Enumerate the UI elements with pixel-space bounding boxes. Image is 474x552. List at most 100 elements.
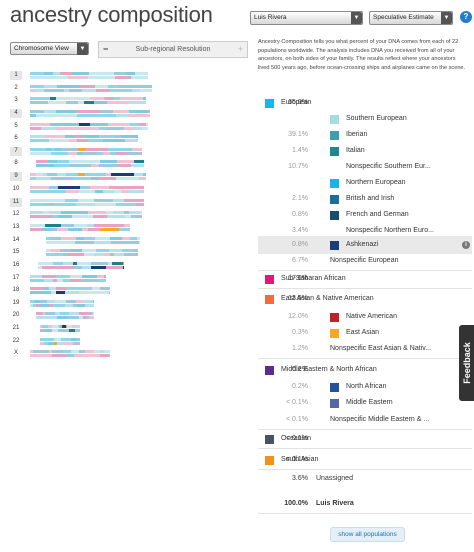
ancestry-segment: [50, 123, 63, 126]
ancestry-segment: [95, 190, 103, 193]
chromosome-bar[interactable]: [30, 84, 152, 93]
ancestry-segment: [68, 76, 88, 79]
ancestry-segment: [99, 135, 114, 138]
chromosome-bar[interactable]: [30, 122, 148, 131]
ancestry-segment: [148, 110, 150, 113]
chromosome-strand: [30, 186, 144, 189]
chromosome-label: 8: [14, 160, 18, 166]
chromosome-bar[interactable]: [30, 134, 138, 143]
ancestry-segment: [92, 114, 116, 117]
ancestry-segment: [61, 148, 78, 151]
ancestry-segment: [141, 190, 144, 193]
ancestry-segment: [127, 190, 142, 193]
ancestry-segment: [67, 253, 84, 256]
show-all-populations-button[interactable]: show all populations: [330, 527, 405, 542]
chromosome-bar[interactable]: [46, 248, 138, 257]
chromosome-bar[interactable]: [30, 147, 142, 156]
chromosome-bar[interactable]: [38, 261, 124, 270]
chromosome-strand: [30, 72, 148, 75]
ancestry-segment: [49, 139, 69, 142]
chromosome-view-select[interactable]: Chromosome View ▼: [10, 42, 89, 55]
chromosome-strand: [30, 215, 142, 218]
chromosome-bar[interactable]: [30, 223, 130, 232]
population-label: Nonspecific East Asian & Nativ...: [330, 345, 432, 352]
chromosome-bar[interactable]: [30, 185, 144, 194]
chromosome-strand: [40, 342, 80, 345]
ancestry-segment: [48, 101, 67, 104]
population-row[interactable]: 0.2% Middle Eastern & North African: [258, 361, 472, 379]
ancestry-segment: [124, 139, 138, 142]
ancestry-segment: [58, 266, 75, 269]
ancestry-segment: [78, 199, 95, 202]
estimate-select[interactable]: Speculative Estimate ▼: [369, 11, 453, 25]
chromosome-strand: [36, 312, 94, 315]
chromosome-bar[interactable]: [30, 210, 142, 219]
ancestry-segment: [116, 152, 129, 155]
ancestry-segment: [30, 127, 42, 130]
help-icon[interactable]: ?: [460, 11, 472, 23]
chromosome-strand: [36, 164, 144, 167]
chromosome-bar[interactable]: [30, 286, 110, 295]
population-row[interactable]: < 0.1% South Asian: [258, 451, 472, 470]
estimate-select-value: Speculative Estimate: [373, 14, 434, 21]
chromosome-strand: [30, 97, 146, 100]
ancestry-segment: [68, 89, 83, 92]
ancestry-segment: [43, 85, 57, 88]
chromosome-strand: [30, 228, 130, 231]
chromosome-bar[interactable]: [30, 299, 94, 308]
population-row[interactable]: 13.5% East Asian & Native American: [258, 290, 472, 308]
population-row[interactable]: 3.6% Unassigned: [258, 470, 472, 488]
chromosome-bar[interactable]: [30, 198, 144, 207]
ancestry-segment: [77, 262, 92, 265]
population-percent: < 0.1%: [286, 416, 308, 423]
ancestry-segment: [126, 186, 142, 189]
population-row[interactable]: 100.0% Luis Rivera: [258, 495, 472, 514]
chromosome-bar[interactable]: [40, 324, 80, 333]
chromosome-bar[interactable]: [46, 236, 140, 245]
chromosome-bar[interactable]: [30, 96, 146, 105]
ancestry-segment: [30, 275, 43, 278]
ancestry-segment: [96, 275, 105, 278]
ancestry-segment: [56, 110, 77, 113]
population-row[interactable]: 6.7% Nonspecific European: [258, 252, 472, 271]
info-icon[interactable]: i: [462, 241, 470, 249]
ancestry-segment: [75, 237, 85, 240]
chromosome-bar[interactable]: [30, 274, 106, 283]
ancestry-segment: [100, 110, 114, 113]
ancestry-segment: [53, 164, 70, 167]
profile-select[interactable]: Luis Rivera ▼: [250, 11, 363, 25]
decrease-resolution-button[interactable]: −: [103, 42, 108, 57]
ancestry-segment: [106, 266, 123, 269]
chromosome-bar[interactable]: [40, 337, 80, 346]
ancestry-segment: [98, 291, 109, 294]
population-row[interactable]: < 0.1% Nonspecific Middle Eastern & ...: [258, 411, 472, 430]
chromosome-bar[interactable]: [36, 159, 144, 168]
increase-resolution-button[interactable]: +: [238, 42, 243, 57]
population-row[interactable]: 1.2% Nonspecific East Asian & Nativ...: [258, 340, 472, 359]
chromosome-bar[interactable]: [30, 349, 110, 358]
ancestry-segment: [46, 300, 56, 303]
population-label: Nonspecific European: [330, 257, 399, 264]
ancestry-segment: [89, 123, 109, 126]
ancestry-segment: [43, 354, 53, 357]
chromosome-strand: [30, 85, 152, 88]
population-row[interactable]: < 0.1% Middle Eastern: [258, 394, 472, 412]
chromosome-label: 6: [14, 135, 18, 141]
chromosome-bar[interactable]: [30, 172, 146, 181]
ancestry-segment: [112, 97, 120, 100]
chromosome-bar[interactable]: [36, 311, 94, 320]
population-row[interactable]: 17.6% Sub-Saharan African: [258, 270, 472, 289]
chromosome-bar[interactable]: [30, 109, 150, 118]
ancestry-segment: [57, 228, 68, 231]
chromosome-strand: [30, 152, 142, 155]
ancestry-segment: [99, 164, 120, 167]
ancestry-segment: [78, 291, 90, 294]
population-row[interactable]: < 0.1% Oceanian: [258, 430, 472, 449]
ancestry-segment: [30, 287, 45, 290]
population-swatch: [265, 435, 274, 444]
ancestry-segment: [81, 135, 100, 138]
ancestry-segment: [133, 173, 143, 176]
chromosome-bar[interactable]: [30, 71, 148, 80]
feedback-tab[interactable]: Feedback: [459, 325, 474, 401]
chromosome-strand: [30, 190, 144, 193]
